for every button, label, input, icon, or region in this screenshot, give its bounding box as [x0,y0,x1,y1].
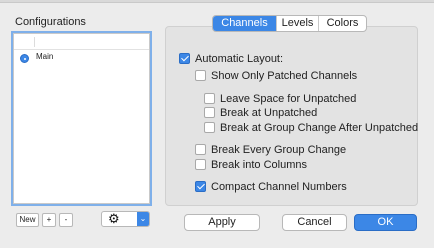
column-separator [34,37,35,47]
leave-space-checkbox[interactable] [204,93,215,104]
list-header [14,34,149,50]
break-columns-checkbox[interactable] [195,159,206,170]
chevron-down-icon: ⌄ [137,212,149,226]
apply-button[interactable]: Apply [184,214,260,231]
window-top-edge [0,0,434,3]
break-group-change-after-option[interactable]: Break at Group Change After Unpatched [204,121,418,134]
leave-space-option[interactable]: Leave Space for Unpatched [204,92,356,105]
list-item[interactable]: Main [14,50,149,66]
show-only-patched-checkbox[interactable] [195,70,206,81]
tab-bar: Channels Levels Colors [212,15,367,32]
remove-configuration-button[interactable]: - [59,213,73,227]
automatic-layout-checkbox[interactable] [179,53,190,64]
break-every-group-checkbox[interactable] [195,144,206,155]
break-every-group-label: Break Every Group Change [211,143,347,156]
break-group-change-after-checkbox[interactable] [204,122,215,133]
automatic-layout-label: Automatic Layout: [195,52,284,65]
compact-numbers-option[interactable]: Compact Channel Numbers [195,180,347,193]
automatic-layout-option[interactable]: Automatic Layout: [179,52,283,65]
ok-button[interactable]: OK [354,214,417,231]
break-group-change-after-label: Break at Group Change After Unpatched [220,121,419,134]
leave-space-label: Leave Space for Unpatched [220,92,357,105]
configurations-title: Configurations [15,16,86,28]
compact-numbers-checkbox[interactable] [195,181,206,192]
break-columns-label: Break into Columns [211,158,307,171]
break-unpatched-option[interactable]: Break at Unpatched [204,106,317,119]
break-columns-option[interactable]: Break into Columns [195,158,307,171]
break-unpatched-label: Break at Unpatched [220,106,318,119]
list-item-label: Main [36,52,54,61]
gear-icon: ⚙ [108,211,120,226]
tab-colors[interactable]: Colors [318,16,366,31]
show-only-patched-label: Show Only Patched Channels [211,69,358,82]
cancel-button[interactable]: Cancel [282,214,347,231]
add-configuration-button[interactable]: + [42,213,56,227]
break-every-group-option[interactable]: Break Every Group Change [195,143,346,156]
break-unpatched-checkbox[interactable] [204,107,215,118]
compact-numbers-label: Compact Channel Numbers [211,180,347,193]
show-only-patched-option[interactable]: Show Only Patched Channels [195,69,357,82]
configurations-list[interactable]: Main [13,33,150,204]
action-popup-button[interactable]: ⚙ ⌄ [101,211,150,227]
selected-radio-icon[interactable] [20,54,29,63]
tab-levels[interactable]: Levels [276,16,318,31]
new-configuration-button[interactable]: New [16,213,39,227]
tab-channels[interactable]: Channels [213,16,276,31]
